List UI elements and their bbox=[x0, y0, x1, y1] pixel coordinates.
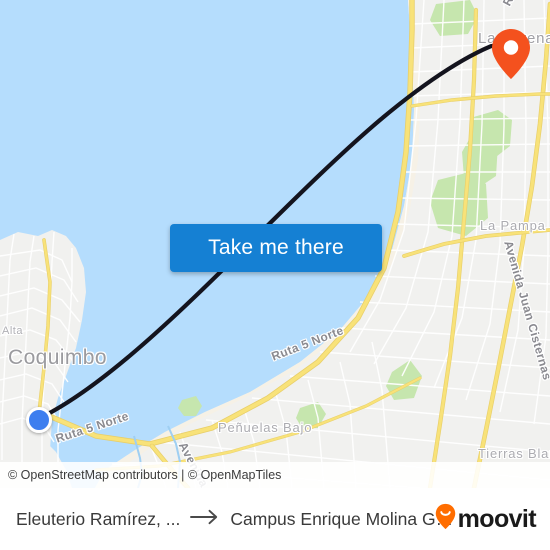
map-attribution-bar: © OpenStreetMap contributors | © OpenMap… bbox=[0, 462, 550, 488]
moovit-wordmark: moovit bbox=[457, 504, 537, 533]
origin-dot-marker[interactable] bbox=[26, 407, 52, 433]
take-me-there-label: Take me there bbox=[208, 236, 344, 259]
trip-footer: Eleuterio Ramírez, ... Campus Enrique Mo… bbox=[0, 488, 550, 550]
moovit-trip-preview: La SerenaRLa PampaAvenida Juan Cisternas… bbox=[0, 0, 550, 550]
pin-icon bbox=[492, 29, 530, 79]
arrow-right-icon bbox=[190, 509, 220, 530]
map-canvas[interactable]: La SerenaRLa PampaAvenida Juan Cisternas… bbox=[0, 0, 550, 488]
trip-destination-label[interactable]: Campus Enrique Molina Gar... bbox=[230, 509, 462, 530]
trip-endpoints: Eleuterio Ramírez, ... Campus Enrique Mo… bbox=[16, 509, 462, 530]
destination-pin-marker[interactable] bbox=[491, 28, 531, 80]
take-me-there-button[interactable]: Take me there bbox=[170, 224, 382, 272]
trip-origin-label[interactable]: Eleuterio Ramírez, ... bbox=[16, 509, 180, 530]
moovit-pin-icon bbox=[435, 503, 456, 535]
moovit-logo[interactable]: moovit bbox=[435, 503, 537, 535]
attribution-text[interactable]: © OpenStreetMap contributors | © OpenMap… bbox=[8, 468, 281, 482]
